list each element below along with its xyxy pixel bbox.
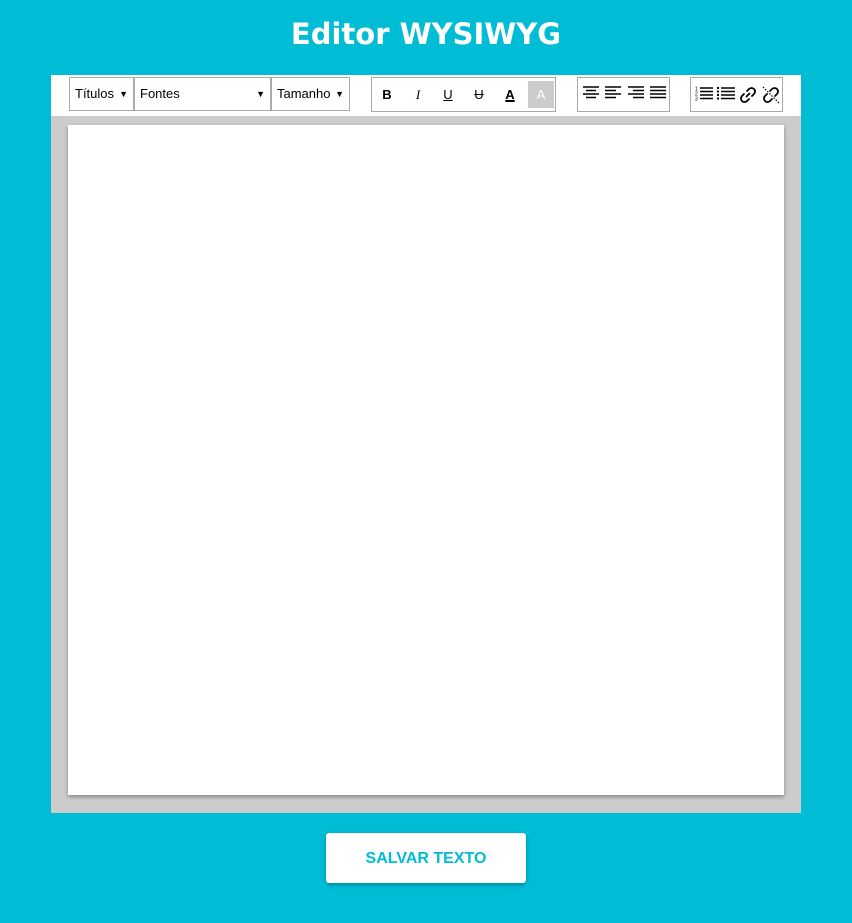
list-link-group: 123 (690, 77, 783, 112)
headings-select[interactable]: Títulos ▼ (69, 77, 134, 111)
font-color-button[interactable]: A (497, 81, 523, 108)
italic-button[interactable]: I (405, 81, 431, 108)
dropdown-arrow-icon: ▼ (256, 89, 265, 99)
fonts-select-label: Fontes (140, 86, 180, 101)
dropdown-arrow-icon: ▼ (335, 89, 344, 99)
save-text-button[interactable]: SALVAR TEXTO (326, 833, 526, 883)
headings-select-label: Títulos (75, 86, 115, 101)
page-title: Editor WYSIWYG (290, 17, 562, 51)
strikethrough-button[interactable]: U (466, 81, 492, 108)
editor-content-area[interactable] (68, 125, 784, 795)
alignment-group (577, 77, 670, 112)
unlink-icon[interactable] (758, 81, 784, 108)
size-select-label: Tamanho (277, 86, 331, 101)
bold-button[interactable]: B (374, 81, 400, 108)
underline-button[interactable]: U (435, 81, 461, 108)
svg-text:3: 3 (695, 97, 698, 103)
text-format-group: B I U U A A (371, 77, 556, 112)
highlight-color-button[interactable]: A (528, 81, 554, 108)
editor-container: Títulos ▼ Fontes ▼ Tamanho ▼ B I U U A A (51, 75, 801, 813)
fonts-select[interactable]: Fontes ▼ (134, 77, 271, 111)
dropdown-arrow-icon: ▼ (119, 89, 128, 99)
editor-toolbar: Títulos ▼ Fontes ▼ Tamanho ▼ B I U U A A (51, 75, 801, 116)
align-justify-icon[interactable] (645, 81, 671, 108)
size-select[interactable]: Tamanho ▼ (271, 77, 350, 111)
